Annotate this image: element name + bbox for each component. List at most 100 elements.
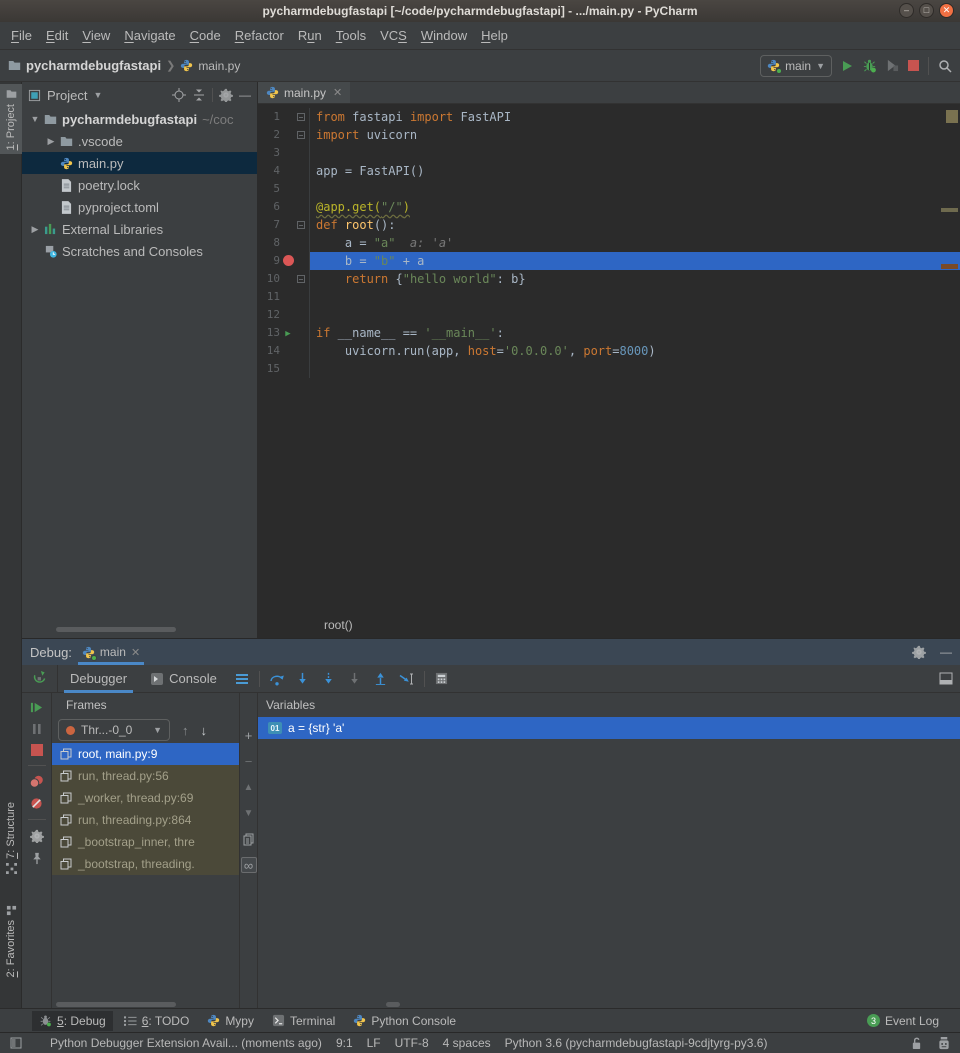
minimize-button[interactable]: –	[899, 3, 914, 18]
frame-row[interactable]: _bootstrap_inner, thre	[52, 831, 239, 853]
move-down-button[interactable]: ▼	[241, 805, 257, 821]
toolwindow-terminal[interactable]: Terminal	[265, 1011, 342, 1031]
gutter-line-10[interactable]: 10	[258, 270, 310, 288]
gutter-line-2[interactable]: 2	[258, 126, 310, 144]
code-line-3[interactable]: 3	[258, 144, 960, 162]
fold-marker-icon[interactable]	[296, 113, 306, 121]
pause-button[interactable]	[31, 723, 43, 735]
run-config-selector[interactable]: main ▼	[760, 55, 832, 77]
menu-view[interactable]: View	[75, 24, 117, 47]
run-line-icon[interactable]: ▶	[280, 323, 296, 343]
gutter-line-3[interactable]: 3	[258, 144, 310, 162]
view-breakpoints-button[interactable]	[29, 775, 44, 788]
settings-gear-icon[interactable]	[912, 645, 926, 659]
error-stripe-mark-breakpoint[interactable]	[941, 264, 958, 269]
step-into-button[interactable]	[296, 672, 309, 685]
gutter-line-4[interactable]: 4	[258, 162, 310, 180]
code-line-7[interactable]: 7def root():	[258, 216, 960, 234]
frames-horizontal-scrollbar[interactable]	[56, 1002, 176, 1007]
variable-row[interactable]: 01 a = {str} 'a'	[258, 717, 960, 739]
tree-item--vscode[interactable]: ▶.vscode	[22, 130, 257, 152]
code-line-14[interactable]: 14 uvicorn.run(app, host='0.0.0.0', port…	[258, 342, 960, 360]
code-line-2[interactable]: 2import uvicorn	[258, 126, 960, 144]
code-line-12[interactable]: 12	[258, 306, 960, 324]
tree-toggle-icon[interactable]: ▶	[28, 224, 42, 235]
indent-setting[interactable]: 4 spaces	[443, 1036, 491, 1050]
gutter-line-7[interactable]: 7	[258, 216, 310, 234]
close-button[interactable]: ✕	[939, 3, 954, 18]
gutter-line-5[interactable]: 5	[258, 180, 310, 198]
run-to-cursor-button[interactable]	[399, 672, 415, 686]
toolwindow-5-debug[interactable]: 5: Debug	[32, 1011, 113, 1031]
tree-item-pyproject-toml[interactable]: pyproject.toml	[22, 196, 257, 218]
file-encoding[interactable]: UTF-8	[395, 1036, 429, 1050]
project-horizontal-scrollbar[interactable]	[56, 627, 176, 632]
tree-item-scratches-and-consoles[interactable]: Scratches and Consoles	[22, 240, 257, 262]
menu-window[interactable]: Window	[414, 24, 474, 47]
fold-marker-icon[interactable]	[296, 221, 306, 229]
stop-button[interactable]	[31, 744, 43, 756]
thread-selector[interactable]: Thr...-0_0 ▼	[58, 719, 170, 741]
tree-item-main-py[interactable]: main.py	[22, 152, 257, 174]
settings-gear-icon[interactable]	[219, 88, 233, 102]
previous-frame-button[interactable]: ↑	[182, 723, 189, 738]
stripe-project-button[interactable]: 1: Project	[0, 84, 22, 154]
close-session-icon[interactable]: ✕	[131, 646, 140, 659]
tree-item-external-libraries[interactable]: ▶External Libraries	[22, 218, 257, 240]
frame-row[interactable]: root, main.py:9	[52, 743, 239, 765]
gutter-line-12[interactable]: 12	[258, 306, 310, 324]
highlighting-level-icon[interactable]	[938, 1037, 950, 1050]
code-line-1[interactable]: 1from fastapi import FastAPI	[258, 108, 960, 126]
step-out-of-code-block-button[interactable]	[348, 672, 361, 685]
code-line-11[interactable]: 11	[258, 288, 960, 306]
restore-layout-icon[interactable]	[939, 672, 954, 686]
mute-breakpoints-button[interactable]	[30, 797, 43, 810]
select-opened-file-button[interactable]	[172, 88, 186, 102]
event-log-button[interactable]: 3 Event Log	[860, 1011, 946, 1031]
stop-button[interactable]	[908, 60, 919, 71]
code-line-10[interactable]: 10 return {"hello world": b}	[258, 270, 960, 288]
code-line-13[interactable]: 13▶if __name__ == '__main__':	[258, 324, 960, 342]
gutter-line-1[interactable]: 1	[258, 108, 310, 126]
close-tab-icon[interactable]: ✕	[333, 86, 342, 99]
code-line-4[interactable]: 4app = FastAPI()	[258, 162, 960, 180]
resume-button[interactable]	[30, 701, 43, 714]
toolwindow-python-console[interactable]: Python Console	[346, 1011, 463, 1031]
move-up-button[interactable]: ▲	[241, 779, 257, 795]
fold-marker-icon[interactable]	[296, 275, 306, 283]
layout-options-icon[interactable]	[235, 673, 249, 685]
menu-refactor[interactable]: Refactor	[228, 24, 291, 47]
collapse-all-button[interactable]	[192, 88, 206, 102]
search-everywhere-icon[interactable]	[938, 59, 952, 73]
code-line-9[interactable]: 9 b = "b" + a	[258, 252, 960, 270]
read-only-lock-icon[interactable]	[911, 1037, 922, 1050]
evaluate-expression-button[interactable]	[435, 672, 448, 685]
new-watch-button[interactable]: +	[241, 727, 257, 743]
menu-help[interactable]: Help	[474, 24, 515, 47]
gutter-line-15[interactable]: 15	[258, 360, 310, 378]
gutter-line-9[interactable]: 9	[258, 252, 310, 270]
settings-gear-icon[interactable]	[30, 829, 44, 843]
frame-row[interactable]: _bootstrap, threading.	[52, 853, 239, 875]
inspection-indicator[interactable]	[946, 110, 958, 123]
gutter-line-11[interactable]: 11	[258, 288, 310, 306]
tree-toggle-icon[interactable]: ▼	[28, 114, 42, 124]
code-line-8[interactable]: 8 a = "a" a: 'a'	[258, 234, 960, 252]
breadcrumb-function[interactable]: root()	[324, 618, 353, 632]
remove-watch-button[interactable]: −	[241, 753, 257, 769]
tree-toggle-icon[interactable]: ▶	[44, 136, 58, 147]
fold-marker-icon[interactable]	[296, 131, 306, 139]
menu-file[interactable]: File	[4, 24, 39, 47]
menu-edit[interactable]: Edit	[39, 24, 75, 47]
code-line-15[interactable]: 15	[258, 360, 960, 378]
gutter-line-14[interactable]: 14	[258, 342, 310, 360]
menu-run[interactable]: Run	[291, 24, 329, 47]
project-view-selector[interactable]: Project	[47, 88, 87, 103]
error-stripe-mark-warning[interactable]	[941, 208, 958, 212]
stripe-structure-button[interactable]: 7: Structure	[0, 798, 22, 879]
hide-panel-button[interactable]: —	[239, 88, 251, 102]
toggle-tool-window-bars-icon[interactable]	[10, 1037, 22, 1049]
editor-tab-main-py[interactable]: main.py ✕	[258, 82, 350, 103]
status-message[interactable]: Python Debugger Extension Avail... (mome…	[50, 1036, 322, 1050]
breakpoint-icon[interactable]	[280, 252, 296, 271]
